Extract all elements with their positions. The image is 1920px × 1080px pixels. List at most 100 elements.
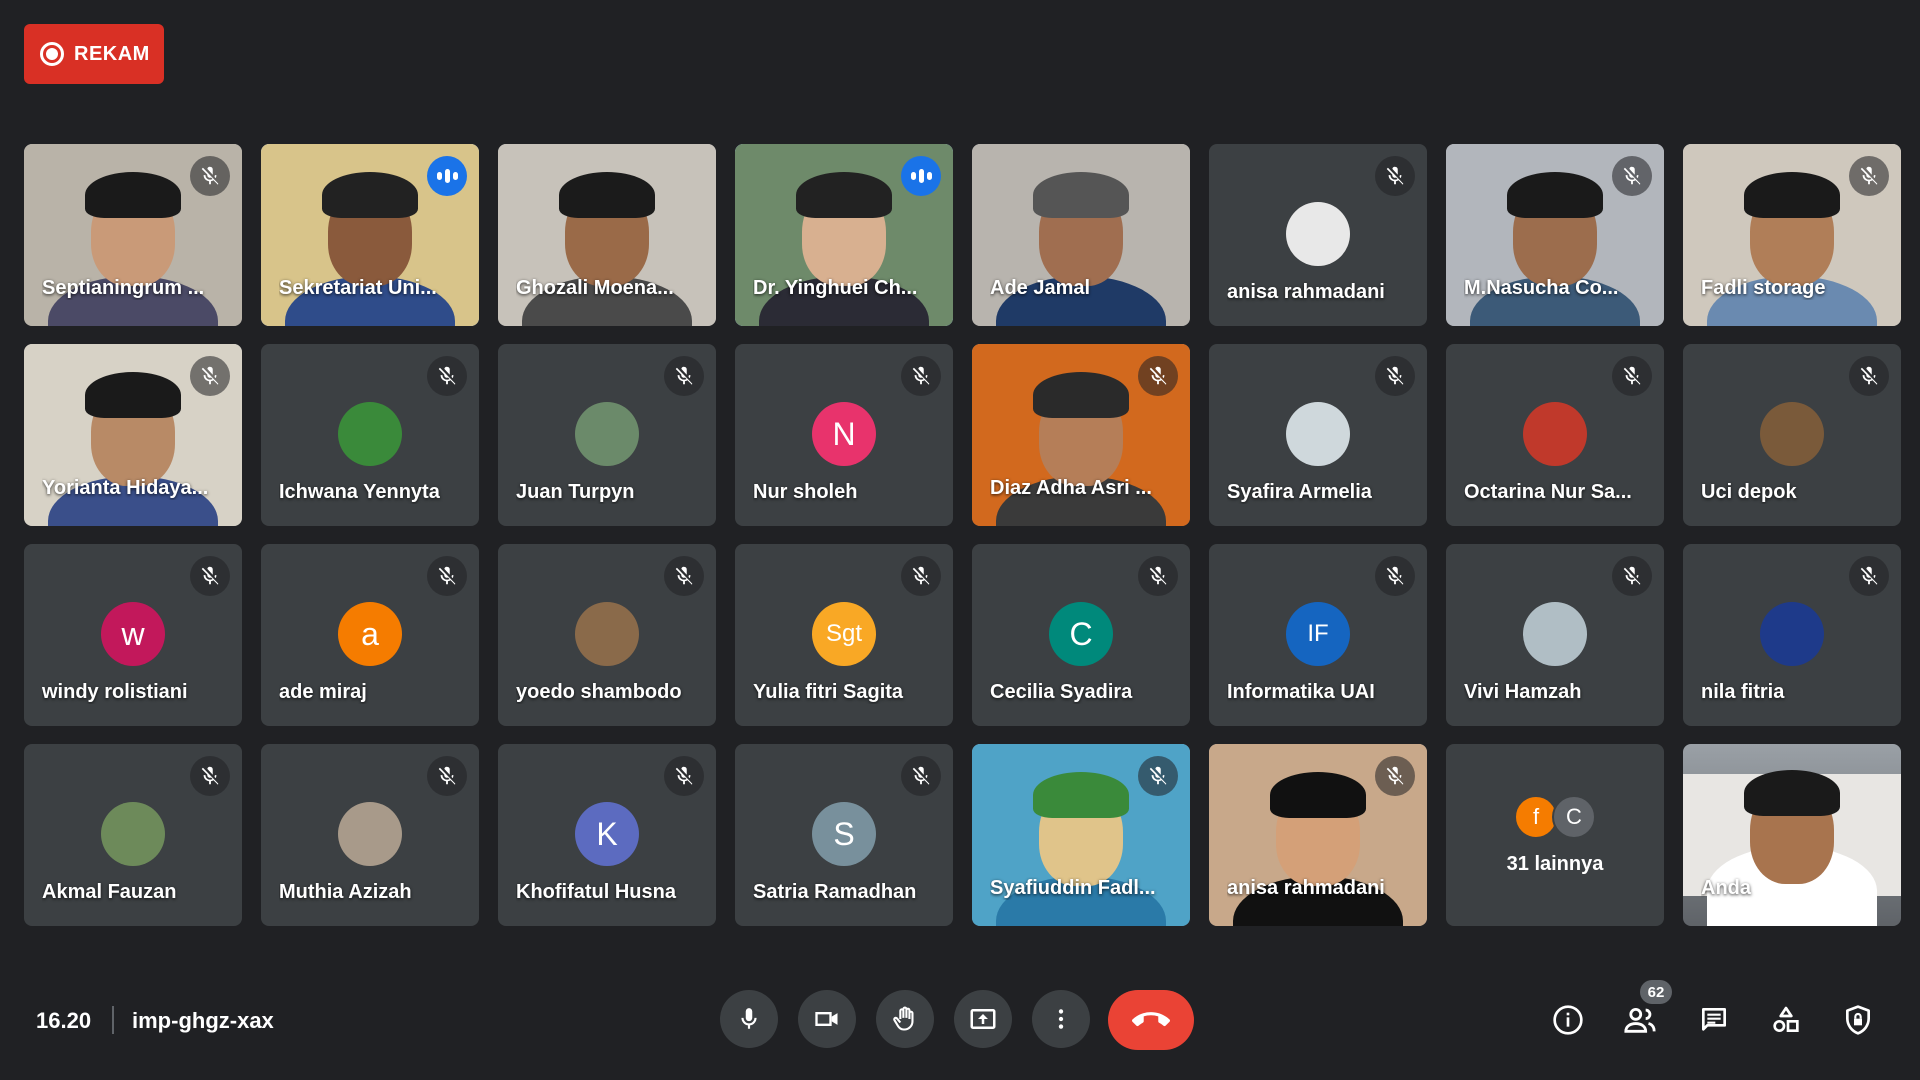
- participant-name: Fadli storage: [1701, 277, 1826, 299]
- participant-name: M.Nasucha Co...: [1464, 277, 1619, 299]
- mic-off-icon: [1375, 756, 1415, 796]
- participant-name: Syafira Armelia: [1227, 481, 1372, 503]
- bottom-bar: 16.20 imp-ghgz-xax 62: [0, 980, 1920, 1060]
- participant-tile[interactable]: K Khofifatul Husna: [498, 744, 716, 926]
- mic-off-icon: [427, 356, 467, 396]
- chat-button[interactable]: [1696, 1002, 1732, 1038]
- participant-name: Cecilia Syadira: [990, 681, 1133, 703]
- camera-button[interactable]: [798, 990, 856, 1048]
- video-person-hair: [322, 172, 418, 219]
- participant-tile[interactable]: w windy rolistiani: [24, 544, 242, 726]
- participant-tile[interactable]: anisa rahmadani: [1209, 744, 1427, 926]
- people-button[interactable]: [1622, 1002, 1658, 1038]
- record-indicator[interactable]: REKAM: [24, 24, 164, 84]
- meeting-details-button[interactable]: [1550, 1002, 1586, 1038]
- mic-button[interactable]: [720, 990, 778, 1048]
- video-person-hair: [1507, 172, 1603, 219]
- participant-tile[interactable]: yoedo shambodo: [498, 544, 716, 726]
- participant-avatar: w: [101, 602, 165, 666]
- mic-off-icon: [901, 356, 941, 396]
- participant-tile[interactable]: Yorianta Hidaya...: [24, 344, 242, 526]
- participant-name: Khofifatul Husna: [516, 881, 676, 903]
- participant-name: Akmal Fauzan: [42, 881, 177, 903]
- mic-off-icon: [190, 756, 230, 796]
- participant-tile[interactable]: Muthia Azizah: [261, 744, 479, 926]
- participant-tile[interactable]: nila fitria: [1683, 544, 1901, 726]
- video-person-hair: [1270, 772, 1366, 819]
- divider: [112, 1006, 114, 1034]
- mic-off-icon: [1849, 556, 1889, 596]
- video-person-hair: [85, 172, 181, 219]
- other-participants-avatars: fC: [1514, 794, 1596, 839]
- video-person-hair: [559, 172, 655, 219]
- participant-tile[interactable]: Sgt Yulia fitri Sagita: [735, 544, 953, 726]
- participant-tile[interactable]: Sekretariat Uni...: [261, 144, 479, 326]
- participant-tile[interactable]: Octarina Nur Sa...: [1446, 344, 1664, 526]
- participant-tile[interactable]: IF Informatika UAI: [1209, 544, 1427, 726]
- video-person-hair: [1033, 372, 1129, 419]
- participant-tile[interactable]: Diaz Adha Asri ...: [972, 344, 1190, 526]
- participant-avatar: [575, 602, 639, 666]
- participant-tile[interactable]: Ichwana Yennyta: [261, 344, 479, 526]
- participant-tile[interactable]: N Nur sholeh: [735, 344, 953, 526]
- participant-tile[interactable]: f C 31 lainnya: [1446, 744, 1664, 926]
- video-person-hair: [1033, 772, 1129, 819]
- meeting-code: imp-ghgz-xax: [132, 1008, 274, 1033]
- activities-button[interactable]: [1768, 1002, 1804, 1038]
- speaking-indicator-bar: [444, 169, 450, 183]
- participant-name: ade miraj: [279, 681, 367, 703]
- participant-name: yoedo shambodo: [516, 681, 682, 703]
- raise-hand-icon: [893, 1006, 914, 1031]
- mic-off-icon: [1849, 156, 1889, 196]
- participant-tile[interactable]: Syafiuddin Fadl...: [972, 744, 1190, 926]
- host-controls-button[interactable]: [1840, 1002, 1876, 1038]
- mic-off-icon: [1612, 556, 1652, 596]
- more-options-button[interactable]: [1032, 990, 1090, 1048]
- participant-tile[interactable]: Dr. Yinghuei Ch...: [735, 144, 953, 326]
- mic-icon: [741, 1008, 757, 1029]
- participant-avatar: a: [338, 602, 402, 666]
- speaking-indicator-icon: [427, 156, 467, 196]
- call-end-icon: [1132, 1012, 1170, 1027]
- more-vert-icon: [1058, 1009, 1064, 1029]
- participant-avatar: [101, 802, 165, 866]
- participant-tile[interactable]: M.Nasucha Co...: [1446, 144, 1664, 326]
- record-icon: [40, 42, 64, 66]
- participant-tile[interactable]: S Satria Ramadhan: [735, 744, 953, 926]
- participant-tile[interactable]: Akmal Fauzan: [24, 744, 242, 926]
- mic-off-icon: [664, 356, 704, 396]
- present-button[interactable]: [954, 990, 1012, 1048]
- participant-tile[interactable]: Syafira Armelia: [1209, 344, 1427, 526]
- participant-tile[interactable]: a ade miraj: [261, 544, 479, 726]
- participant-tile[interactable]: Fadli storage: [1683, 144, 1901, 326]
- participant-tile[interactable]: Vivi Hamzah: [1446, 544, 1664, 726]
- participant-tile[interactable]: Anda: [1683, 744, 1901, 926]
- participant-name: Muthia Azizah: [279, 881, 412, 903]
- leave-call-button[interactable]: [1108, 990, 1194, 1050]
- participant-tile[interactable]: C Cecilia Syadira: [972, 544, 1190, 726]
- participant-tile[interactable]: Ade Jamal: [972, 144, 1190, 326]
- speaking-indicator-bar: [910, 172, 916, 180]
- participant-name: Yorianta Hidaya...: [42, 477, 209, 499]
- participant-avatar: [338, 802, 402, 866]
- participant-tile[interactable]: Septianingrum ...: [24, 144, 242, 326]
- participant-avatar: [338, 402, 402, 466]
- participant-name: Uci depok: [1701, 481, 1797, 503]
- participant-avatar: IF: [1286, 602, 1350, 666]
- mic-off-icon: [664, 556, 704, 596]
- mic-off-icon: [190, 156, 230, 196]
- mic-off-icon: [1375, 556, 1415, 596]
- chat-icon: [1702, 1008, 1726, 1031]
- participant-name: Ichwana Yennyta: [279, 481, 440, 503]
- speaking-indicator-bar: [436, 172, 442, 180]
- mic-off-icon: [190, 356, 230, 396]
- participant-tile[interactable]: Ghozali Moena...: [498, 144, 716, 326]
- participant-tile[interactable]: Uci depok: [1683, 344, 1901, 526]
- raise-hand-button[interactable]: [876, 990, 934, 1048]
- mic-off-icon: [1612, 356, 1652, 396]
- mic-off-icon: [1375, 156, 1415, 196]
- participant-tile[interactable]: Juan Turpyn: [498, 344, 716, 526]
- participant-tile[interactable]: anisa rahmadani: [1209, 144, 1427, 326]
- mic-off-icon: [1138, 556, 1178, 596]
- participant-name: Dr. Yinghuei Ch...: [753, 277, 918, 299]
